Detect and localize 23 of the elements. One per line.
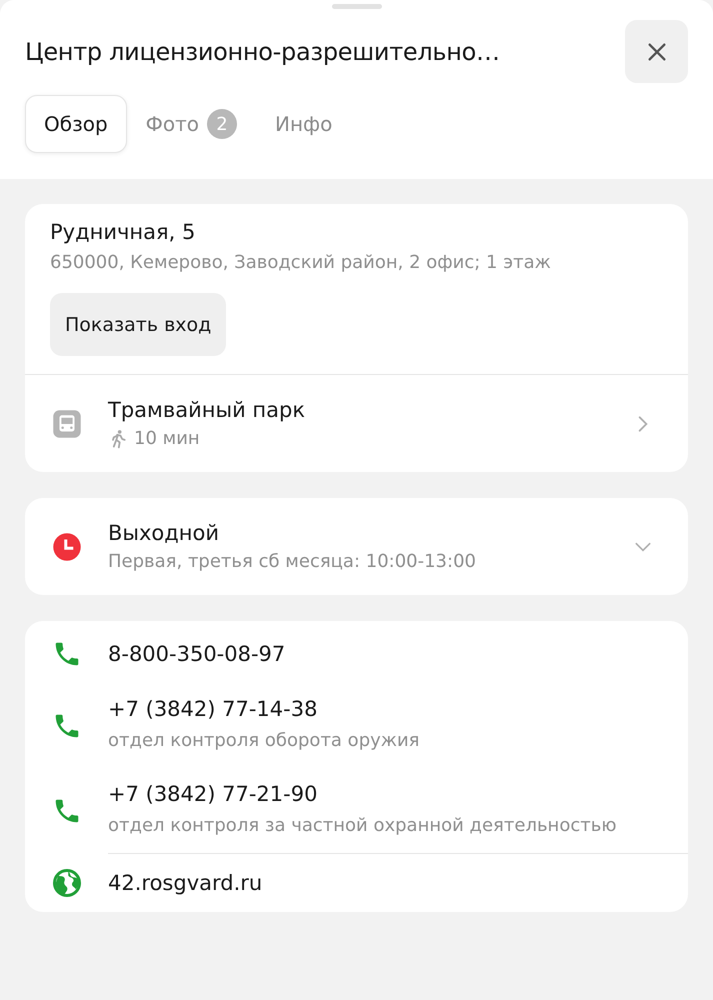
show-entrance-button[interactable]: Показать вход <box>50 293 226 356</box>
walk-time: 10 мин <box>134 428 200 449</box>
drag-handle[interactable] <box>332 4 382 9</box>
phone-number[interactable]: +7 (3842) 77-14-38 <box>108 697 688 721</box>
globe-icon <box>52 868 82 898</box>
opening-hours: Первая, третья сб месяца: 10:00-13:00 <box>108 551 477 572</box>
phone-description: отдел контроля за частной охранной деятельностью <box>108 814 618 838</box>
phone-number[interactable]: 8-800-350-08-97 <box>108 642 688 666</box>
tab[interactable]: Обзор <box>25 95 127 153</box>
phone-number[interactable]: +7 (3842) 77-21-90 <box>108 782 688 806</box>
transit-row[interactable]: Трамвайный парк 10 мин <box>25 374 688 472</box>
phone-description: отдел контроля оборота оружия <box>108 729 421 753</box>
street-address: Рудничная, 5 <box>50 220 196 244</box>
bus-icon <box>52 408 82 438</box>
address-details: 650000, Кемерово, Заводский район, 2 офис; 1 этаж <box>50 252 552 273</box>
close-button[interactable] <box>625 20 688 83</box>
website-link[interactable]: 42.rosgvard.ru <box>108 871 688 895</box>
opening-status: Выходной <box>108 521 220 545</box>
close-icon <box>646 40 668 62</box>
stop-name: Трамвайный парк <box>108 398 306 422</box>
place-title: Центр лицензионно-разрешительно… <box>25 38 500 66</box>
clock-icon <box>52 532 82 562</box>
count-badge: 2 <box>207 109 237 139</box>
